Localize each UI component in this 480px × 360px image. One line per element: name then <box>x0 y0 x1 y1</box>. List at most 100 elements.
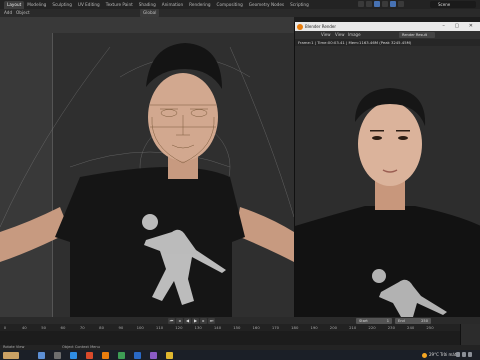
blender-taskbar-icon[interactable] <box>102 352 109 359</box>
top-workspace-bar: Layout Modeling Sculpting UV Editing Texture… <box>0 0 480 17</box>
menu-object[interactable]: Object <box>16 9 30 17</box>
app-icon-3[interactable] <box>134 352 141 359</box>
tab-modeling[interactable]: Modeling <box>24 1 49 9</box>
timeline-track[interactable] <box>0 331 460 345</box>
ruler-tick: 110 <box>155 325 164 330</box>
menu-view-1[interactable]: View <box>321 31 331 39</box>
weather-text: 29°C Trời mát <box>429 352 457 357</box>
ruler-tick: 240 <box>407 325 415 330</box>
tab-texture-paint[interactable]: Texture Paint <box>103 1 136 9</box>
play-reverse-icon[interactable]: ◀ <box>184 317 191 324</box>
ruler-tick: 180 <box>291 325 299 330</box>
frame-range: Start 1 End 250 <box>356 317 431 324</box>
timeline-side-panel <box>460 324 480 345</box>
start-frame-field[interactable]: Start 1 <box>356 317 392 324</box>
timeline-ruler[interactable]: 0 40 50 60 70 80 90 100 110 120 130 140 150 160 170 180… <box>0 324 460 331</box>
browser-icon[interactable] <box>70 352 77 359</box>
ruler-tick: 70 <box>79 325 85 330</box>
menu-view-2[interactable]: View <box>335 31 345 39</box>
ruler-tick: 60 <box>60 325 66 330</box>
jump-start-icon[interactable]: ⏮ <box>168 317 175 324</box>
prev-key-icon[interactable]: ◂ <box>176 317 183 324</box>
tab-sculpting[interactable]: Sculpting <box>49 1 75 9</box>
orientation-dropdown[interactable]: Global <box>140 9 160 17</box>
ruler-tick: 150 <box>233 325 241 330</box>
workspace-tabs: Layout Modeling Sculpting UV Editing Texture… <box>4 1 312 9</box>
ruler-tick: 90 <box>118 325 124 330</box>
sun-icon <box>422 352 427 358</box>
start-label: Start <box>359 318 368 323</box>
tab-scripting[interactable]: Scripting <box>287 1 312 9</box>
ruler-tick: 80 <box>99 325 104 330</box>
ruler-tick: 190 <box>310 325 318 330</box>
viewport-header: Add Object Global <box>0 9 480 17</box>
app-icon-1[interactable] <box>86 352 93 359</box>
render-result-dropdown[interactable]: Render Result <box>399 32 435 38</box>
playback-controls: ⏮ ◂ ◀ ▶ ▸ ⏭ <box>168 317 215 324</box>
render-window-title: Blender Render <box>305 24 337 29</box>
tab-rendering[interactable]: Rendering <box>186 1 213 9</box>
render-window-titlebar: Blender Render – ▢ ✕ <box>295 22 480 31</box>
start-icon[interactable] <box>38 352 45 359</box>
scene-selector[interactable]: Scene <box>430 1 476 8</box>
pin-icon[interactable] <box>358 1 364 7</box>
os-taskbar: 29°C Trời mát <box>0 350 480 360</box>
system-tray[interactable] <box>456 352 478 358</box>
app-icon-5[interactable] <box>166 352 173 359</box>
tray-icon[interactable] <box>456 352 460 357</box>
tray-icon[interactable] <box>468 352 472 357</box>
viewport-scene <box>0 43 294 317</box>
search-icon[interactable] <box>54 352 61 359</box>
shading-rendered-icon[interactable] <box>390 1 396 7</box>
tray-icon[interactable] <box>462 352 466 357</box>
overlay-icon[interactable] <box>366 1 372 7</box>
weather-widget[interactable]: 29°C Trời mát <box>422 351 456 359</box>
thumbnail-icon[interactable] <box>3 352 19 359</box>
ruler-tick: 140 <box>213 325 222 330</box>
menu-add[interactable]: Add <box>4 9 12 17</box>
xray-icon[interactable] <box>398 1 404 7</box>
header-tool-icons <box>358 1 438 8</box>
ruler-tick: 130 <box>194 325 202 330</box>
tab-compositing[interactable]: Compositing <box>214 1 246 9</box>
blender-logo-icon <box>297 23 303 30</box>
timeline[interactable]: ⏮ ◂ ◀ ▶ ▸ ⏭ Start 1 End 250 0 40 50 60 70 80 9… <box>0 317 480 345</box>
next-key-icon[interactable]: ▸ <box>200 317 207 324</box>
tab-geometry-nodes[interactable]: Geometry Nodes <box>246 1 287 9</box>
ruler-tick: 0 <box>3 325 7 330</box>
window-controls[interactable]: – ▢ ✕ <box>442 22 477 31</box>
jump-end-icon[interactable]: ⏭ <box>208 317 215 324</box>
shading-solid-icon[interactable] <box>374 1 380 7</box>
ruler-tick: 170 <box>271 325 280 330</box>
ruler-tick: 100 <box>136 325 144 330</box>
ruler-tick: 40 <box>21 325 27 330</box>
ruler-tick: 200 <box>329 325 338 330</box>
ruler-tick: 210 <box>349 325 357 330</box>
end-label: End <box>398 318 405 323</box>
ruler-tick: 220 <box>368 325 376 330</box>
ruler-tick: 120 <box>175 325 183 330</box>
3d-viewport[interactable] <box>0 17 294 317</box>
tab-layout[interactable]: Layout <box>4 1 25 9</box>
render-head <box>358 102 422 186</box>
shading-material-icon[interactable] <box>382 1 388 7</box>
start-value: 1 <box>386 318 389 323</box>
timeline-controls: ⏮ ◂ ◀ ▶ ▸ ⏭ Start 1 End 250 <box>0 317 480 324</box>
tab-uv-editing[interactable]: UV Editing <box>75 1 103 9</box>
menu-image[interactable]: Image <box>348 31 361 39</box>
ruler-tick: 250 <box>426 325 434 330</box>
ruler-tick: 230 <box>387 325 395 330</box>
render-window-menubar: View View Image Render Result <box>295 31 480 39</box>
ruler-tick: 160 <box>252 325 260 330</box>
render-result-image <box>295 46 480 317</box>
ruler-tick: 50 <box>41 325 47 330</box>
app-icon-2[interactable] <box>118 352 125 359</box>
end-frame-field[interactable]: End 250 <box>395 317 431 324</box>
render-window[interactable]: Blender Render – ▢ ✕ View View Image Ren… <box>294 22 480 317</box>
end-value: 250 <box>421 318 428 323</box>
app-icon-4[interactable] <box>150 352 157 359</box>
tab-shading[interactable]: Shading <box>136 1 159 9</box>
render-stats: Frame:1 | Time:00:03.41 | Mem:1163.46M (… <box>295 39 480 46</box>
play-icon[interactable]: ▶ <box>192 317 199 324</box>
tab-animation[interactable]: Animation <box>159 1 186 9</box>
